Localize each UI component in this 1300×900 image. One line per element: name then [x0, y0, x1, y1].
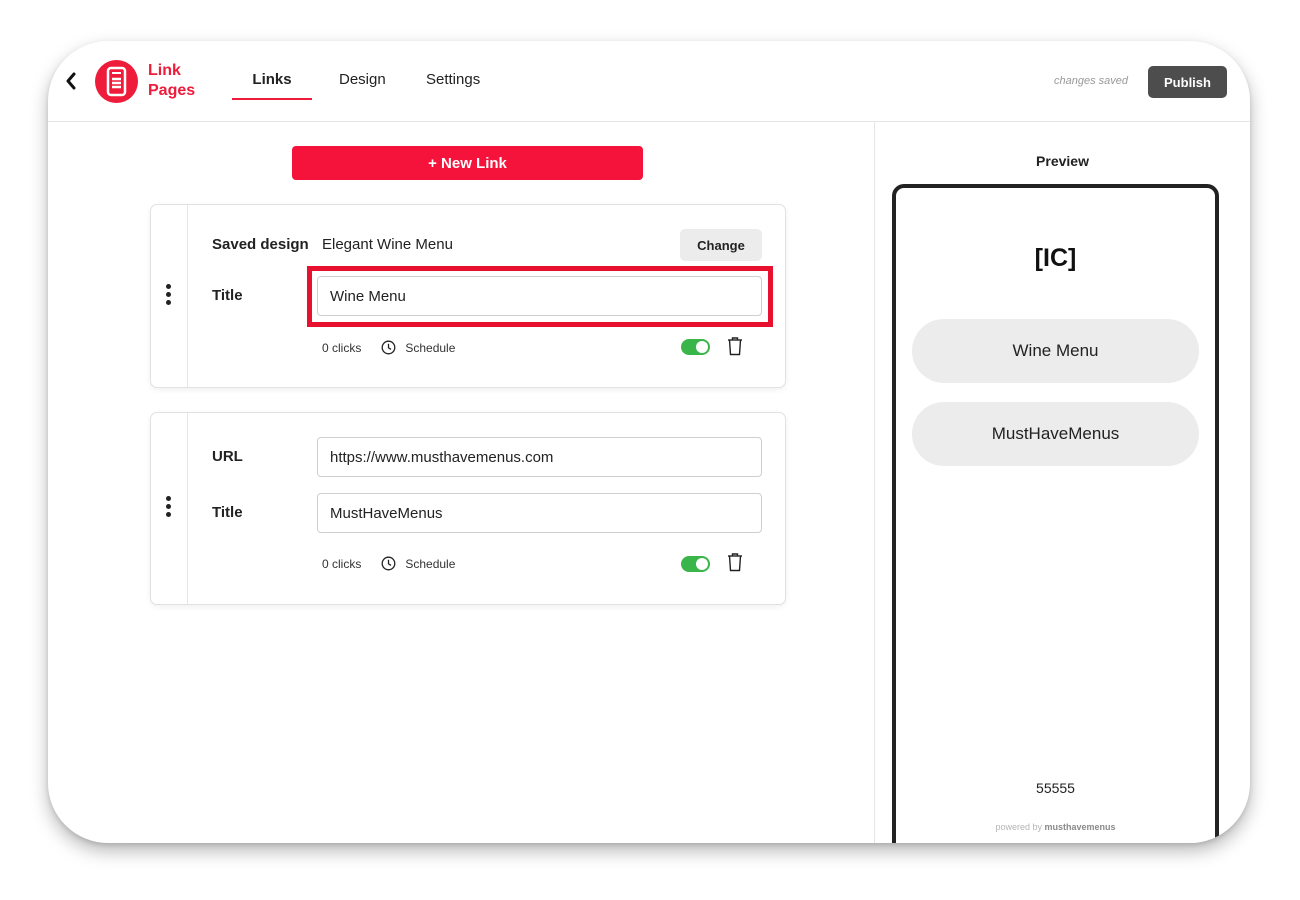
preview-footer-number: 55555: [1036, 780, 1075, 796]
app-name-line1: Link: [148, 62, 181, 79]
drag-column: [151, 413, 188, 604]
preview-logo: [IC]: [1034, 244, 1077, 272]
click-count: 0 clicks: [322, 556, 362, 571]
tab-links[interactable]: Links: [232, 71, 312, 100]
schedule-link[interactable]: Schedule: [405, 341, 455, 355]
saved-design-label: Saved design: [212, 236, 309, 253]
tab-settings[interactable]: Settings: [426, 71, 480, 88]
powered-by: powered by musthavemenus: [896, 822, 1215, 832]
title-input[interactable]: [317, 493, 762, 533]
drag-column: [151, 205, 188, 387]
url-input[interactable]: [317, 437, 762, 477]
save-status: changes saved: [1054, 75, 1128, 87]
title-label: Title: [212, 287, 243, 304]
powered-by-brand: musthavemenus: [1044, 822, 1116, 832]
drag-handle-icon[interactable]: [166, 284, 172, 308]
title-input[interactable]: [317, 276, 762, 316]
app-name: Link Pages: [148, 61, 195, 101]
enable-toggle[interactable]: [681, 556, 710, 572]
publish-button[interactable]: Publish: [1148, 66, 1227, 98]
app-name-line2: Pages: [148, 82, 196, 99]
drag-handle-icon[interactable]: [166, 496, 172, 520]
powered-by-prefix: powered by: [995, 822, 1042, 832]
link-pages-logo-icon: [95, 60, 138, 103]
preview-pane: Preview [IC] Wine Menu MustHaveMenus 555…: [874, 122, 1250, 843]
change-design-button[interactable]: Change: [680, 229, 762, 261]
link-card: Saved design Elegant Wine Menu Change Ti…: [150, 204, 786, 388]
app-window: Link Pages Links Design Settings changes…: [48, 41, 1250, 843]
preview-title: Preview: [1036, 153, 1089, 169]
link-meta: 0 clicks Schedule: [322, 340, 455, 355]
click-count: 0 clicks: [322, 340, 362, 355]
top-bar: Link Pages Links Design Settings changes…: [48, 41, 1250, 122]
trash-icon[interactable]: [726, 336, 744, 356]
preview-link-button[interactable]: Wine Menu: [912, 319, 1199, 383]
clock-icon[interactable]: [381, 340, 396, 355]
new-link-button[interactable]: + New Link: [292, 146, 643, 180]
schedule-link[interactable]: Schedule: [405, 557, 455, 571]
clock-icon[interactable]: [381, 556, 396, 571]
enable-toggle[interactable]: [681, 339, 710, 355]
link-card: URL Title 0 clicks Schedule: [150, 412, 786, 605]
url-label: URL: [212, 448, 243, 465]
title-label: Title: [212, 504, 243, 521]
links-editor: + New Link Saved design Elegant Wine Men…: [48, 122, 874, 843]
trash-icon[interactable]: [726, 552, 744, 572]
preview-link-button[interactable]: MustHaveMenus: [912, 402, 1199, 466]
phone-preview: [IC] Wine Menu MustHaveMenus 55555 power…: [892, 184, 1219, 843]
link-meta: 0 clicks Schedule: [322, 556, 455, 571]
saved-design-value: Elegant Wine Menu: [322, 236, 453, 253]
back-chevron-icon[interactable]: [62, 69, 80, 93]
tab-design[interactable]: Design: [339, 71, 386, 88]
